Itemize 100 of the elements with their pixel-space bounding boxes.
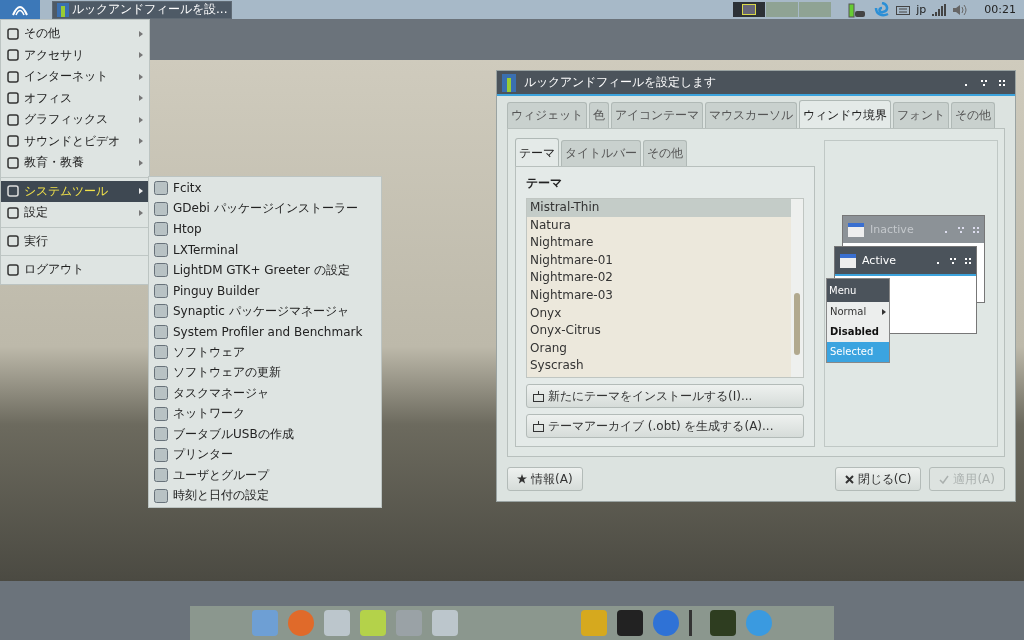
package-icon xyxy=(533,390,544,402)
list-item[interactable]: Nightmare-01 xyxy=(527,251,791,270)
tab[interactable]: フォント xyxy=(893,102,949,128)
about-button[interactable]: 情報(A) xyxy=(507,467,583,491)
tab[interactable]: ウィンドウ境界 xyxy=(799,100,891,128)
menu-item[interactable]: 教育・教養 xyxy=(1,152,149,174)
start-menu-button[interactable] xyxy=(0,0,40,19)
menu-item[interactable]: Pinguy Builder xyxy=(149,280,381,301)
maximize-button[interactable] xyxy=(979,77,989,88)
scrollbar[interactable] xyxy=(791,199,803,377)
menu-item[interactable]: ログアウト xyxy=(1,259,149,281)
app-icon xyxy=(154,468,168,483)
check-icon xyxy=(939,474,950,484)
menu-item[interactable]: タスクマネージャ xyxy=(149,383,381,404)
menu-item[interactable]: 時刻と日付の設定 xyxy=(149,485,381,506)
action-button[interactable]: テーマアーカイブ (.obt) を生成する(A)... xyxy=(526,414,804,438)
menu-item[interactable]: ユーザとグループ xyxy=(149,465,381,486)
list-item[interactable]: Onyx-Citrus xyxy=(527,322,791,340)
list-item[interactable]: Natura xyxy=(527,216,791,235)
category-icon xyxy=(7,49,19,62)
window-icon xyxy=(848,222,864,237)
menu-item[interactable]: ネットワーク xyxy=(149,403,381,424)
submenu-arrow-icon xyxy=(139,159,143,166)
menu-item[interactable]: グラフィックス xyxy=(1,109,149,131)
app-icon xyxy=(154,201,168,216)
window-buttons-icon xyxy=(943,225,979,234)
menu-item[interactable]: 設定 xyxy=(1,202,149,224)
taskbar-button[interactable]: ルックアンドフィールを設... xyxy=(52,0,233,19)
tab[interactable]: マウスカーソル xyxy=(705,102,797,128)
app-icon xyxy=(154,488,168,503)
star-icon xyxy=(517,474,527,484)
app-icon xyxy=(154,283,168,298)
category-icon xyxy=(7,235,19,248)
tab[interactable]: テーマ xyxy=(515,138,559,166)
menu-item[interactable]: 実行 xyxy=(1,230,149,252)
menu-item[interactable]: LightDM GTK+ Greeter の設定 xyxy=(149,260,381,281)
app-icon xyxy=(154,365,168,380)
menu-item[interactable]: プリンター xyxy=(149,444,381,465)
menu-item[interactable]: ブータブルUSBの作成 xyxy=(149,424,381,445)
category-icon xyxy=(7,113,19,126)
menu-item[interactable]: Fcitx xyxy=(149,178,381,199)
workspace-button[interactable] xyxy=(733,2,766,17)
close-button[interactable] xyxy=(997,77,1007,88)
category-icon xyxy=(7,70,19,83)
signal-icon[interactable] xyxy=(932,2,947,17)
submenu-arrow-icon xyxy=(139,73,143,80)
app-icon xyxy=(57,2,69,17)
list-item[interactable]: Nightmare-03 xyxy=(527,286,791,305)
clock[interactable]: 00:21 xyxy=(984,3,1016,16)
volume-icon[interactable] xyxy=(952,2,969,17)
list-item[interactable]: Mistral-Thin xyxy=(527,199,791,217)
app-icon xyxy=(154,447,168,462)
list-item[interactable]: Syscrash xyxy=(527,357,791,375)
app-icon xyxy=(154,386,168,401)
app-icon xyxy=(154,304,168,319)
menu-item[interactable]: ソフトウェア xyxy=(149,342,381,363)
list-item[interactable]: Nightmare-02 xyxy=(527,269,791,287)
menu-item[interactable]: Htop xyxy=(149,219,381,240)
category-icon xyxy=(7,92,19,105)
app-icon xyxy=(154,406,168,421)
tab[interactable]: ウィジェット xyxy=(507,102,587,128)
category-icon xyxy=(7,185,19,198)
category-icon xyxy=(7,263,19,276)
tab[interactable]: アイコンテーマ xyxy=(611,102,703,128)
category-icon xyxy=(7,27,19,40)
action-button[interactable]: 新たにテーマをインストールする(I)... xyxy=(526,384,804,408)
tab[interactable]: その他 xyxy=(951,102,995,128)
app-icon xyxy=(154,427,168,442)
menu-item[interactable]: ソフトウェアの更新 xyxy=(149,362,381,383)
keyboard-layout[interactable]: jp xyxy=(916,3,927,16)
submenu-arrow-icon xyxy=(139,138,143,145)
menu-item[interactable]: System Profiler and Benchmark xyxy=(149,321,381,342)
menu-item[interactable]: インターネット xyxy=(1,66,149,88)
menu-item[interactable]: オフィス xyxy=(1,87,149,109)
list-item[interactable]: Nightmare xyxy=(527,234,791,252)
menu-item[interactable]: Synaptic パッケージマネージャ xyxy=(149,301,381,322)
list-item[interactable]: Onyx xyxy=(527,304,791,323)
menu-title: Menu xyxy=(827,279,889,302)
menu-item[interactable]: システムツール xyxy=(1,180,149,202)
app-icon xyxy=(154,242,168,257)
list-item[interactable]: Orang xyxy=(527,339,791,358)
tab[interactable]: その他 xyxy=(643,140,687,166)
category-icon xyxy=(7,156,19,169)
tab[interactable]: 色 xyxy=(589,102,609,128)
window-buttons-icon xyxy=(935,256,971,265)
category-icon xyxy=(7,206,19,219)
close-dialog-button[interactable]: 閉じる(C) xyxy=(834,467,922,491)
menu-item[interactable]: サウンドとビデオ xyxy=(1,130,149,152)
app-icon xyxy=(502,73,516,92)
submenu-arrow-icon xyxy=(139,95,143,102)
window-icon xyxy=(840,253,856,268)
package-icon xyxy=(533,420,544,432)
tab[interactable]: タイトルバー xyxy=(561,140,641,166)
window-title: Inactive xyxy=(870,223,914,236)
window-title: ルックアンドフィールを設定します xyxy=(524,74,716,91)
menu-item[interactable]: GDebi パッケージインストーラー xyxy=(149,198,381,219)
menu-item[interactable]: その他 xyxy=(1,23,149,45)
keyboard-icon[interactable] xyxy=(896,3,911,16)
menu-item[interactable]: LXTerminal xyxy=(149,239,381,260)
menu-item[interactable]: アクセサリ xyxy=(1,44,149,66)
